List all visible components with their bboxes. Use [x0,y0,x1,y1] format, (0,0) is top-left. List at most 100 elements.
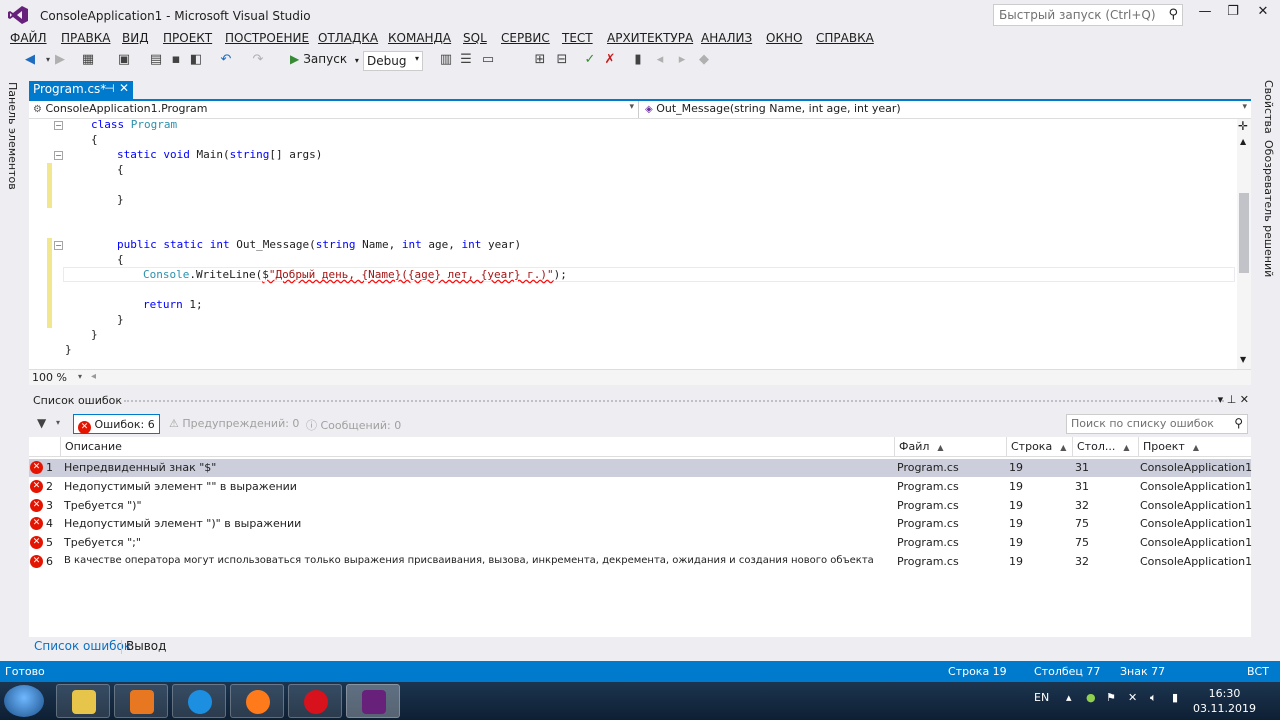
maximize-button[interactable]: ❐ [1220,4,1246,24]
open-file-icon[interactable]: ▤ [148,52,164,68]
drag-grip[interactable] [124,400,1224,404]
find-in-files-icon[interactable]: ▥ [438,52,454,68]
menu-edit[interactable]: ПРАВКА [61,31,110,45]
chevron-down-icon[interactable]: ▾ [1218,393,1224,406]
menu-architecture[interactable]: АРХИТЕКТУРА [607,31,693,45]
menu-sql[interactable]: SQL [463,31,487,45]
tray-action-center-icon[interactable]: ✕ [1128,691,1137,704]
menu-test[interactable]: ТЕСТ [562,31,593,45]
tab-error-list[interactable]: Список ошибок [34,639,131,653]
menu-view[interactable]: ВИД [122,31,149,45]
save-all-icon[interactable]: ◧ [188,52,204,68]
column-header-file[interactable]: Файл ▲ [895,437,1007,457]
taskbar-explorer[interactable] [56,684,110,718]
menu-file[interactable]: ФАЙЛ [10,31,47,45]
warnings-filter-button[interactable]: ⚠ Предупреждений: 0 [165,414,303,434]
save-icon[interactable]: ▪ [168,52,184,68]
add-item-icon[interactable]: ▣ [116,52,132,68]
bookmark-add-icon[interactable]: ✓ [582,52,598,68]
error-project: ConsoleApplication1 [1140,517,1253,530]
windows-start-icon[interactable] [4,685,44,717]
close-icon[interactable]: ✕ [119,81,129,95]
menu-window[interactable]: ОКНО [766,31,802,45]
errors-filter-button[interactable]: ✕ Ошибок: 6 [73,414,160,434]
taskbar-clock[interactable]: 16:30 03.11.2019 [1193,686,1256,716]
column-header-description[interactable]: Описание [61,437,895,457]
taskbar-media-player[interactable] [114,684,168,718]
tray-expand-icon[interactable]: ▴ [1066,691,1072,704]
close-icon[interactable]: ✕ [1240,393,1249,406]
undo-icon[interactable]: ↶ [218,52,234,68]
start-debugging-button[interactable]: ▶ Запуск ▾ [290,52,359,70]
pin-icon[interactable]: ⊣ [105,82,115,95]
tray-flag-icon[interactable]: ⚑ [1106,691,1116,704]
error-row[interactable]: ✕ 6 В качестве оператора могут использов… [29,553,1252,571]
menu-build[interactable]: ПОСТРОЕНИЕ [225,31,309,45]
tray-app-icon[interactable]: ● [1086,691,1096,704]
error-list-search-input[interactable]: Поиск по списку ошибок ⚲ [1066,414,1248,434]
network-icon[interactable]: ▮ [1172,691,1178,704]
column-header-icon[interactable] [29,437,61,457]
document-tab-program-cs[interactable]: Program.cs* ⊣ ✕ [29,81,133,99]
minimize-button[interactable]: — [1192,4,1218,24]
solution-config-select[interactable]: Debug ▾ [363,51,423,71]
column-header-line[interactable]: Строка ▲ [1007,437,1073,457]
scroll-down-icon[interactable]: ▼ [1240,355,1246,364]
menu-debug[interactable]: ОТЛАДКА [318,31,378,45]
error-row[interactable]: ✕ 3 Требуется ")" Program.cs 19 32 Conso… [29,497,1252,515]
redo-icon[interactable]: ↷ [250,52,266,68]
code-editor[interactable]: − − − class Program { static void Main(s… [29,118,1251,369]
error-row[interactable]: ✕ 4 Недопустимый элемент ")" в выражении… [29,515,1253,533]
toolbox-tab[interactable]: Панель элементов [6,82,19,190]
taskbar-firefox[interactable] [230,684,284,718]
tab-output[interactable]: Вывод [126,639,166,653]
collapse-toggle-icon[interactable]: − [54,151,63,160]
quick-launch-input[interactable]: Быстрый запуск (Ctrl+Q) ⚲ [993,4,1183,26]
comment-icon[interactable]: ⊞ [532,52,548,68]
menu-project[interactable]: ПРОЕКТ [163,31,212,45]
window-layout-icon[interactable]: ▭ [480,52,496,68]
member-dropdown[interactable]: ◈ Out_Message(string Name, int age, int … [641,101,1251,118]
next-bookmark-icon[interactable]: ▸ [674,52,690,68]
collapse-toggle-icon[interactable]: − [54,121,63,130]
chevron-down-icon[interactable]: ▾ [56,418,60,427]
pin-icon[interactable]: ⊥ [1227,393,1237,406]
bookmark-clear-icon[interactable]: ✗ [602,52,618,68]
taskbar-internet-explorer[interactable] [172,684,226,718]
class-view-icon[interactable]: ☰ [458,52,474,68]
menu-analyze[interactable]: АНАЛИЗ [701,31,752,45]
chevron-down-icon[interactable]: ▾ [78,372,82,381]
uncomment-icon[interactable]: ⊟ [554,52,570,68]
column-header-project[interactable]: Проект ▲ [1139,437,1251,457]
back-icon[interactable]: ◀ [22,52,38,68]
new-project-icon[interactable]: ▦ [80,52,96,68]
scroll-thumb[interactable] [1239,193,1249,273]
volume-icon[interactable]: 🔈︎ [1150,691,1157,705]
menu-team[interactable]: КОМАНДА [388,31,451,45]
messages-filter-button[interactable]: ⓘ Сообщений: 0 [302,414,405,434]
taskbar-opera[interactable] [288,684,342,718]
collapse-toggle-icon[interactable]: − [54,241,63,250]
close-window-button[interactable]: ✕ [1250,4,1276,24]
scroll-up-icon[interactable]: ▲ [1240,137,1246,146]
error-row[interactable]: ✕ 2 Недопустимый элемент "" в выражении … [29,478,1252,496]
editor-vertical-scrollbar[interactable]: ✛ ▲ ▼ [1237,119,1251,369]
language-indicator[interactable]: EN [1034,691,1049,704]
class-dropdown[interactable]: ⚙ ConsoleApplication1.Program ▾ [29,101,639,118]
clear-bookmarks-icon[interactable]: ◆ [696,52,712,68]
zoom-level[interactable]: 100 % [32,371,67,384]
bookmark-icon[interactable]: ▮ [630,52,646,68]
prev-bookmark-icon[interactable]: ◂ [652,52,668,68]
split-icon[interactable]: ✛ [1238,119,1248,133]
menu-tools[interactable]: СЕРВИС [501,31,550,45]
menu-help[interactable]: СПРАВКА [816,31,874,45]
column-header-column[interactable]: Стол... ▲ [1073,437,1139,457]
properties-tab[interactable]: Свойства [1262,80,1275,134]
error-row[interactable]: ✕ 5 Требуется ";" Program.cs 19 75 Conso… [29,534,1252,552]
filter-icon[interactable]: ▼ [37,416,46,430]
forward-icon[interactable]: ▶ [52,52,68,68]
taskbar-visual-studio[interactable] [346,684,400,718]
scroll-left-icon[interactable]: ◂ [91,371,96,382]
error-row[interactable]: ✕ 1 Непредвиденный знак "$" Program.cs 1… [29,459,1252,477]
solution-explorer-tab[interactable]: Обозреватель решений [1262,140,1275,277]
